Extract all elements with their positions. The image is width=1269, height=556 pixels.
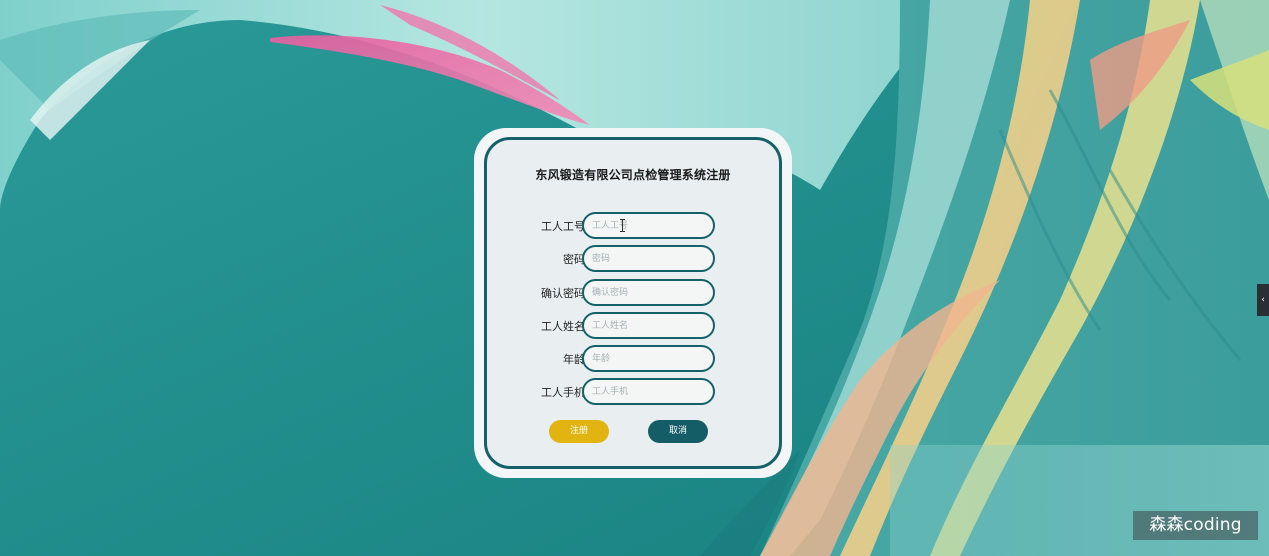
watermark: 森森coding (1133, 511, 1258, 540)
page-title: 东风锻造有限公司点检管理系统注册 (535, 168, 731, 182)
chevron-left-icon: ‹ (1261, 295, 1265, 305)
form-row-password: 密码 (487, 245, 779, 272)
form-row-phone: 工人手机 (487, 378, 779, 405)
register-card-border: 东风锻造有限公司点检管理系统注册 工人工号 密码 确认密码 工人姓名 年龄 (484, 137, 782, 469)
side-panel-toggle[interactable]: ‹ (1257, 284, 1269, 316)
cancel-button[interactable]: 取消 (648, 420, 708, 443)
register-card: 东风锻造有限公司点检管理系统注册 工人工号 密码 确认密码 工人姓名 年龄 (474, 128, 792, 478)
register-page: 东风锻造有限公司点检管理系统注册 工人工号 密码 确认密码 工人姓名 年龄 (0, 0, 1269, 556)
text-cursor-icon (620, 219, 625, 232)
form-row-worker-id: 工人工号 (487, 212, 779, 239)
form-row-worker-name: 工人姓名 (487, 312, 779, 339)
form-row-age: 年龄 (487, 345, 779, 372)
worker-id-input[interactable] (582, 212, 715, 239)
worker-id-label: 工人工号 (541, 220, 585, 233)
confirm-password-input[interactable] (582, 279, 715, 306)
password-input[interactable] (582, 245, 715, 272)
worker-name-input[interactable] (582, 312, 715, 339)
phone-input[interactable] (582, 378, 715, 405)
form-row-confirm-password: 确认密码 (487, 279, 779, 306)
register-button[interactable]: 注册 (549, 420, 609, 443)
phone-label: 工人手机 (541, 386, 585, 399)
age-input[interactable] (582, 345, 715, 372)
worker-name-label: 工人姓名 (541, 320, 585, 333)
confirm-password-label: 确认密码 (541, 287, 585, 300)
